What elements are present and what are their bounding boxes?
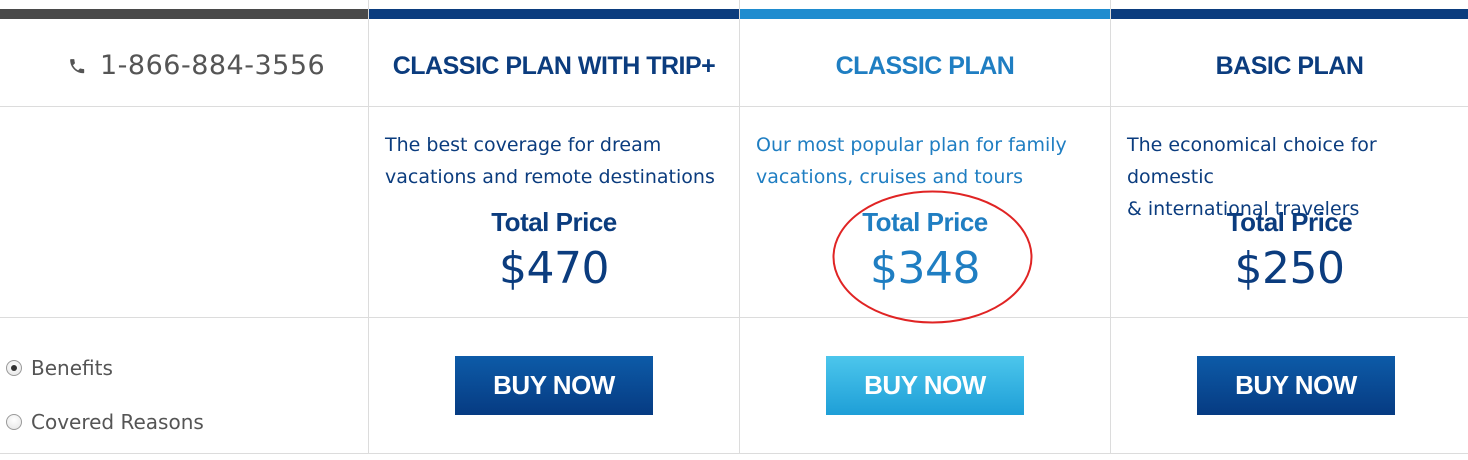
plan-column-classic-plan: CLASSIC PLAN Our most popular plan for f… [739,0,1110,454]
total-price-label: Total Price [862,207,988,237]
total-price-value: $250 [1234,243,1345,294]
covered-reasons-radio[interactable] [6,414,22,430]
plan-description-line: The economical choice for domestic [1127,134,1377,188]
phone-number[interactable]: 1-866-884-3556 [66,50,325,81]
plan-column-basic-plan: BASIC PLAN The economical choice for dom… [1110,0,1468,454]
benefits-radio[interactable] [6,360,22,376]
total-price-label: Total Price [491,207,617,237]
total-price-value: $470 [499,243,609,294]
option-covered-reasons[interactable]: Covered Reasons [6,410,204,434]
plan-description-line: The best coverage for dream [385,134,662,156]
total-price-value: $348 [870,243,980,294]
label-column: 1-866-884-3556 Benefits Covered Reasons [0,0,368,454]
plan-column-classic-plan-with-trip: CLASSIC PLAN WITH TRIP+ The best coverag… [368,0,739,454]
buy-now-button[interactable]: BUY NOW [1197,356,1395,415]
phone-icon [70,58,85,73]
benefits-label: Benefits [31,356,113,380]
buy-now-button[interactable]: BUY NOW [826,356,1024,415]
buy-now-button[interactable]: BUY NOW [455,356,653,415]
plan-title: BASIC PLAN [1215,52,1364,80]
plan-title: CLASSIC PLAN [835,52,1015,80]
plan-comparison-table: 1-866-884-3556 Benefits Covered Reasons … [0,0,1468,460]
plan-description: The best coverage for dream vacations an… [385,129,733,193]
plan-description-line: vacations and remote destinations [385,166,715,188]
phone-number-text: 1-866-884-3556 [100,50,326,81]
plan-description-line: vacations, cruises and tours [756,166,1024,188]
plan-title: CLASSIC PLAN WITH TRIP+ [392,52,716,80]
plan-description-line: Our most popular plan for family [756,134,1067,156]
option-benefits[interactable]: Benefits [6,356,113,380]
plan-description: Our most popular plan for family vacatio… [756,129,1104,193]
covered-reasons-label: Covered Reasons [31,410,204,434]
total-price-label: Total Price [1226,207,1353,237]
